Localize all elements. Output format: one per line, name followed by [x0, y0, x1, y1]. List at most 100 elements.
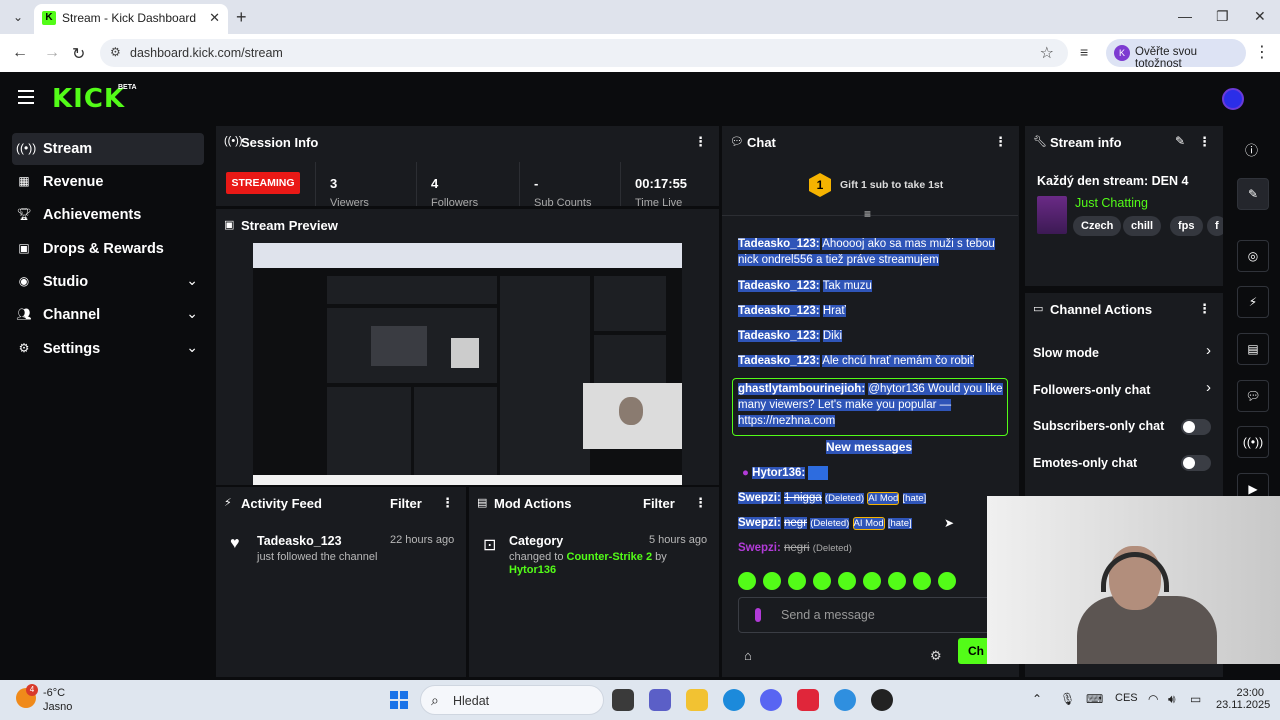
url-text[interactable]: dashboard.kick.com/stream — [130, 46, 283, 60]
microphone-icon[interactable]: 🎙︎ — [1060, 692, 1075, 706]
wifi-icon[interactable]: ◠ — [1148, 692, 1158, 706]
file-explorer-icon[interactable] — [686, 689, 708, 711]
more-options-icon[interactable]: ⋮ — [1198, 134, 1211, 150]
activity-filter-button[interactable]: Filter — [390, 496, 422, 511]
language-indicator[interactable]: CES — [1115, 692, 1138, 704]
chat-username[interactable]: Swepzi: — [738, 542, 781, 554]
more-options-icon[interactable]: ⋮ — [694, 134, 707, 150]
mod-action-user[interactable]: Hytor136 — [509, 564, 556, 576]
chat-username[interactable]: Hytor136: — [752, 467, 806, 479]
taskbar-clock[interactable]: 23:00 23.11.2025 — [1216, 687, 1270, 711]
chat-input[interactable]: Send a message — [738, 597, 1000, 633]
emote-button[interactable] — [838, 572, 856, 590]
task-view-icon[interactable] — [612, 689, 634, 711]
chat-username[interactable]: Tadeasko_123: — [738, 238, 820, 250]
start-icon[interactable] — [390, 691, 408, 709]
chat-link[interactable]: https://nezhna.com — [738, 415, 836, 427]
chat-settings-icon[interactable]: ⚙ — [930, 648, 942, 664]
tag-chip[interactable]: Czech — [1073, 216, 1122, 236]
emote-button[interactable] — [913, 572, 931, 590]
media-control-icon[interactable]: ≡ — [1080, 44, 1088, 60]
back-icon[interactable]: ← — [12, 44, 28, 62]
emote-button[interactable] — [863, 572, 881, 590]
tag-chip[interactable]: chill — [1123, 216, 1162, 236]
sidebar-item-channel[interactable]: 👥︎ Channel ⌄ — [12, 299, 204, 331]
sidebar-item-drops[interactable]: ▣ Drops & Rewards — [12, 233, 204, 265]
forward-icon[interactable]: → — [44, 44, 60, 62]
store-icon[interactable]: ⌂ — [744, 648, 752, 663]
collapse-icon[interactable]: ≡ — [864, 207, 871, 221]
chat-username[interactable]: Tadeasko_123: — [738, 330, 820, 342]
rail-document-button[interactable]: ▤ — [1237, 333, 1269, 365]
tray-chevron-icon[interactable]: ⌃ — [1032, 692, 1042, 706]
info-icon[interactable]: ⓘ — [1245, 140, 1258, 159]
chat-username[interactable]: Tadeasko_123: — [738, 280, 820, 292]
rail-broadcast-button[interactable]: ((•)) — [1237, 426, 1269, 458]
teams-icon[interactable] — [649, 689, 671, 711]
sidebar-item-revenue[interactable]: ▦ Revenue — [12, 166, 204, 198]
emote-button[interactable] — [938, 572, 956, 590]
gift-leaderboard[interactable]: 1 Gift 1 sub to take 1st ≡ — [722, 160, 1018, 221]
rail-camera-button[interactable]: ◎ — [1237, 240, 1269, 272]
mod-action-category[interactable]: Counter-Strike 2 — [567, 551, 653, 563]
tab-search-icon[interactable]: ⌄ — [8, 8, 28, 26]
volume-icon[interactable]: 🔊︎ — [1168, 692, 1176, 707]
kick-logo[interactable]: KICK — [52, 84, 125, 114]
new-tab-icon[interactable]: + — [236, 7, 247, 28]
obs-icon[interactable] — [871, 689, 893, 711]
chat-username[interactable]: Tadeasko_123: — [738, 355, 820, 367]
user-avatar[interactable] — [1222, 88, 1244, 110]
browser-tab[interactable]: K Stream - Kick Dashboard ✕ — [34, 4, 228, 34]
subscribers-only-toggle[interactable] — [1181, 419, 1211, 435]
rail-edit-button[interactable]: ✎ — [1237, 178, 1269, 210]
taskbar-search[interactable]: ⌕ Hledat — [420, 685, 604, 715]
menu-icon[interactable] — [18, 90, 34, 104]
chat-username[interactable]: Tadeasko_123: — [738, 305, 820, 317]
url-bar[interactable]: ⚙ dashboard.kick.com/stream ☆ — [100, 39, 1068, 67]
more-options-icon[interactable]: ⋮ — [1198, 301, 1211, 317]
minimize-icon[interactable]: — — [1178, 8, 1192, 24]
sidebar-item-achievements[interactable]: 🏆︎ Achievements — [12, 199, 204, 231]
sidebar-item-studio[interactable]: ◉ Studio ⌄ — [12, 266, 204, 298]
site-info-icon[interactable]: ⚙ — [110, 45, 121, 59]
discord-icon[interactable] — [760, 689, 782, 711]
emote-button[interactable] — [763, 572, 781, 590]
maximize-icon[interactable]: ❐ — [1216, 8, 1229, 25]
more-options-icon[interactable]: ⋮ — [994, 134, 1007, 150]
more-options-icon[interactable]: ⋮ — [694, 495, 707, 511]
bookmark-star-icon[interactable]: ☆ — [1040, 43, 1054, 63]
new-messages-divider[interactable]: New messages — [826, 440, 913, 454]
browser-menu-icon[interactable]: ⋮ — [1254, 42, 1270, 62]
profile-button[interactable]: K Ověřte svou totožnost — [1106, 39, 1246, 70]
app-icon[interactable] — [797, 689, 819, 711]
stream-preview-video[interactable] — [253, 243, 682, 485]
emote-button[interactable] — [813, 572, 831, 590]
mod-filter-button[interactable]: Filter — [643, 496, 675, 511]
close-window-icon[interactable]: ✕ — [1254, 8, 1266, 25]
edit-icon[interactable]: ✎ — [1175, 134, 1185, 148]
activity-feed-panel: ⚡︎ Activity Feed Filter ⋮ ♥ Tadeasko_123… — [216, 487, 466, 677]
battery-icon[interactable]: ▭ — [1190, 692, 1201, 706]
category-thumbnail[interactable] — [1037, 196, 1067, 234]
reload-icon[interactable]: ↻ — [72, 44, 85, 64]
keyboard-icon[interactable]: ⌨ — [1086, 692, 1103, 706]
tag-chip[interactable]: f — [1207, 216, 1223, 236]
chat-username[interactable]: ghastlytambourinejioh: — [738, 383, 866, 395]
close-tab-icon[interactable]: ✕ — [209, 10, 220, 26]
emotes-only-toggle[interactable] — [1181, 455, 1211, 471]
emote-button[interactable] — [738, 572, 756, 590]
activity-user[interactable]: Tadeasko_123 — [257, 534, 342, 548]
chat-username[interactable]: Swepzi: — [738, 492, 781, 504]
rail-lightning-button[interactable]: ⚡︎ — [1237, 286, 1269, 318]
category-name[interactable]: Just Chatting — [1075, 196, 1148, 210]
emote-button[interactable] — [888, 572, 906, 590]
sidebar-item-settings[interactable]: ⚙ Settings ⌄ — [12, 333, 204, 365]
tag-chip[interactable]: fps — [1170, 216, 1203, 236]
chat-username[interactable]: Swepzi: — [738, 517, 781, 529]
rail-chat-button[interactable]: 💬︎ — [1237, 380, 1269, 412]
emote-button[interactable] — [788, 572, 806, 590]
more-options-icon[interactable]: ⋮ — [441, 495, 454, 511]
edge-icon[interactable] — [723, 689, 745, 711]
sidebar-item-stream[interactable]: ((•)) Stream — [12, 133, 204, 165]
chrome-icon[interactable] — [834, 689, 856, 711]
